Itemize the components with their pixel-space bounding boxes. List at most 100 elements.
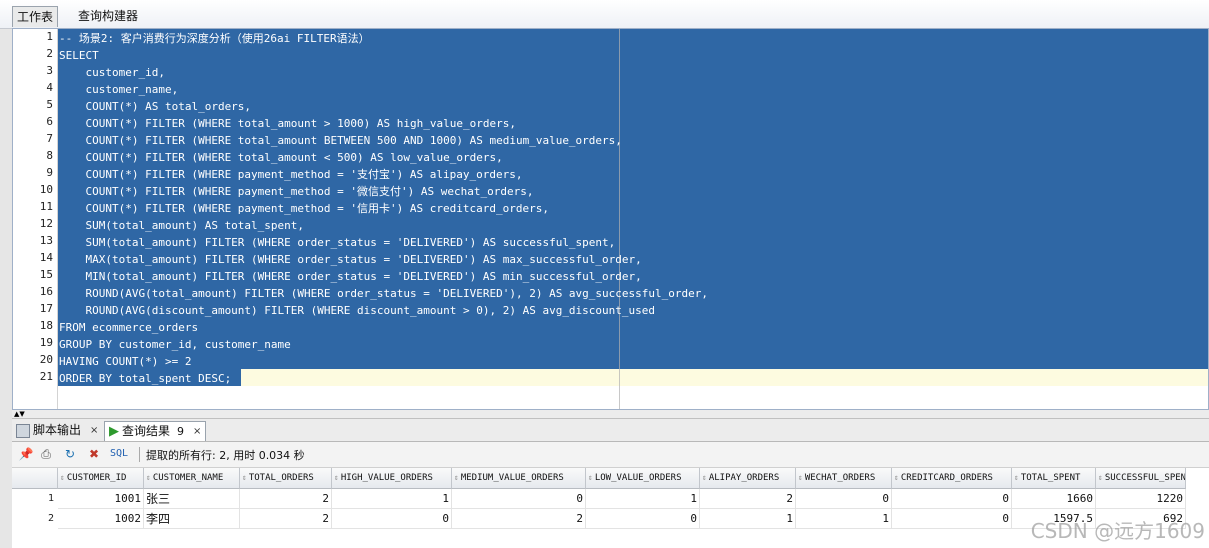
- column-header[interactable]: ⇕ ALIPAY_ORDERS: [700, 468, 796, 489]
- splitter-arrows-icon[interactable]: ▲▼: [14, 410, 25, 418]
- row-number[interactable]: 1: [12, 489, 58, 509]
- table-cell[interactable]: 1220: [1096, 489, 1186, 509]
- line-number: 15: [39, 268, 53, 281]
- line-number: 9: [46, 166, 53, 179]
- row-number[interactable]: 2: [12, 509, 58, 529]
- line-number: 11: [39, 200, 53, 213]
- column-header[interactable]: ⇕ HIGH_VALUE_ORDERS: [332, 468, 452, 489]
- table-cell[interactable]: 2: [240, 489, 332, 509]
- code-line: COUNT(*) FILTER (WHERE payment_method = …: [59, 202, 549, 215]
- sort-icon[interactable]: ⇕: [894, 473, 899, 482]
- table-cell[interactable]: 0: [796, 489, 892, 509]
- tab-query-result[interactable]: ▶ 查询结果 9 ×: [104, 421, 207, 441]
- table-cell[interactable]: 1001: [58, 489, 144, 509]
- code-line: FROM ecommerce_orders: [59, 321, 199, 334]
- sort-icon[interactable]: ⇕: [1014, 473, 1019, 482]
- code-line: ORDER BY total_spent DESC;: [59, 372, 232, 385]
- table-cell[interactable]: 2: [240, 509, 332, 529]
- play-icon: ▶: [109, 424, 119, 439]
- close-icon[interactable]: ×: [90, 421, 98, 440]
- table-cell[interactable]: 1: [796, 509, 892, 529]
- code-line: SELECT: [59, 49, 99, 62]
- column-header[interactable]: ⇕ SUCCESSFUL_SPENT: [1096, 468, 1186, 489]
- column-header[interactable]: ⇕ WECHAT_ORDERS: [796, 468, 892, 489]
- sort-icon[interactable]: ⇕: [334, 473, 339, 482]
- column-header[interactable]: ⇕ LOW_VALUE_ORDERS: [586, 468, 700, 489]
- code-line: SUM(total_amount) FILTER (WHERE order_st…: [59, 236, 616, 249]
- script-icon: [16, 423, 30, 438]
- close-icon[interactable]: ×: [193, 422, 201, 441]
- column-header[interactable]: ⇕ CUSTOMER_ID: [58, 468, 144, 489]
- code-line: COUNT(*) FILTER (WHERE total_amount BETW…: [59, 134, 622, 147]
- column-header[interactable]: ⇕ CREDITCARD_ORDERS: [892, 468, 1012, 489]
- table-cell[interactable]: 0: [892, 489, 1012, 509]
- line-number: 3: [46, 64, 53, 77]
- code-line: ROUND(AVG(discount_amount) FILTER (WHERE…: [59, 304, 656, 317]
- table-cell[interactable]: 0: [586, 509, 700, 529]
- code-line: COUNT(*) FILTER (WHERE payment_method = …: [59, 168, 523, 181]
- table-cell[interactable]: 2: [700, 489, 796, 509]
- print-icon[interactable]: ⎙: [38, 446, 54, 462]
- sort-icon[interactable]: ⇕: [588, 473, 593, 482]
- query-result-count: 9: [177, 425, 185, 438]
- result-grid[interactable]: ⇕ CUSTOMER_ID ⇕ CUSTOMER_NAME ⇕ TOTAL_ORDERS ⇕…: [12, 468, 1209, 548]
- code-line: MAX(total_amount) FILTER (WHERE order_st…: [59, 253, 642, 266]
- code-line: MIN(total_amount) FILTER (WHERE order_st…: [59, 270, 642, 283]
- table-cell[interactable]: 2: [452, 509, 586, 529]
- pin-icon[interactable]: 📌: [18, 446, 34, 462]
- sort-icon[interactable]: ⇕: [798, 473, 803, 482]
- table-cell[interactable]: 0: [452, 489, 586, 509]
- line-number: 7: [46, 132, 53, 145]
- column-header-label: TOTAL_SPENT: [1020, 473, 1081, 483]
- tab-worksheet[interactable]: 工作表: [12, 6, 59, 27]
- code-line: COUNT(*) AS total_orders,: [59, 100, 252, 113]
- sort-icon[interactable]: ⇕: [242, 473, 247, 482]
- table-cell[interactable]: 0: [892, 509, 1012, 529]
- column-header[interactable]: ⇕ CUSTOMER_NAME: [144, 468, 240, 489]
- line-number: 21: [39, 370, 53, 383]
- tab-script-output[interactable]: 脚本输出 ×: [16, 421, 98, 440]
- sort-icon[interactable]: ⇕: [146, 473, 151, 482]
- table-cell[interactable]: 1660: [1012, 489, 1096, 509]
- column-header-label: SUCCESSFUL_SPENT: [1104, 473, 1186, 483]
- column-header-label: HIGH_VALUE_ORDERS: [340, 473, 433, 483]
- tab-query-builder[interactable]: 查询构建器: [74, 6, 142, 26]
- code-line: HAVING COUNT(*) >= 2: [59, 355, 192, 368]
- column-header-label: WECHAT_ORDERS: [804, 473, 876, 483]
- sort-icon[interactable]: ⇕: [1098, 473, 1103, 482]
- line-number-gutter: 1 2 3 4 5 6 7 8 9 10 11 12 13 14 15 16 17 18 19 20 21: [13, 29, 58, 409]
- sort-icon[interactable]: ⇕: [454, 473, 459, 482]
- sort-icon[interactable]: ⇕: [60, 473, 65, 482]
- code-line: customer_id,: [59, 66, 165, 79]
- result-tab-bar: 脚本输出 × ▶ 查询结果 9 ×: [12, 419, 1209, 442]
- line-number: 12: [39, 217, 53, 230]
- column-header[interactable]: ⇕ MEDIUM_VALUE_ORDERS: [452, 468, 586, 489]
- table-cell[interactable]: 张三: [144, 489, 240, 509]
- code-line: GROUP BY customer_id, customer_name: [59, 338, 291, 351]
- right-margin-guide: [619, 29, 620, 409]
- code-line: customer_name,: [59, 83, 179, 96]
- table-cell[interactable]: 李四: [144, 509, 240, 529]
- sql-editor[interactable]: 1 2 3 4 5 6 7 8 9 10 11 12 13 14 15 16 17 18 19 20 21 -- 场景2…: [12, 28, 1209, 410]
- tab-script-output-label: 脚本输出: [33, 423, 82, 437]
- column-header[interactable]: ⇕ TOTAL_ORDERS: [240, 468, 332, 489]
- table-cell[interactable]: 1: [586, 489, 700, 509]
- pane-splitter[interactable]: [12, 410, 1209, 419]
- line-number: 1: [46, 30, 53, 43]
- sort-icon[interactable]: ⇕: [702, 473, 707, 482]
- refresh-icon[interactable]: ↻: [62, 446, 78, 462]
- line-number: 14: [39, 251, 53, 264]
- table-cell[interactable]: 1002: [58, 509, 144, 529]
- table-cell[interactable]: 1: [332, 489, 452, 509]
- sql-button[interactable]: SQL: [110, 448, 128, 459]
- line-number: 5: [46, 98, 53, 111]
- line-number: 19: [39, 336, 53, 349]
- export-icon[interactable]: ✖: [86, 446, 102, 462]
- top-tab-bar: 工作表 查询构建器: [0, 0, 1209, 29]
- line-number: 10: [39, 183, 53, 196]
- column-header-label: MEDIUM_VALUE_ORDERS: [460, 473, 564, 483]
- column-header-label: TOTAL_ORDERS: [248, 473, 314, 483]
- column-header[interactable]: ⇕ TOTAL_SPENT: [1012, 468, 1096, 489]
- table-cell[interactable]: 1: [700, 509, 796, 529]
- table-cell[interactable]: 0: [332, 509, 452, 529]
